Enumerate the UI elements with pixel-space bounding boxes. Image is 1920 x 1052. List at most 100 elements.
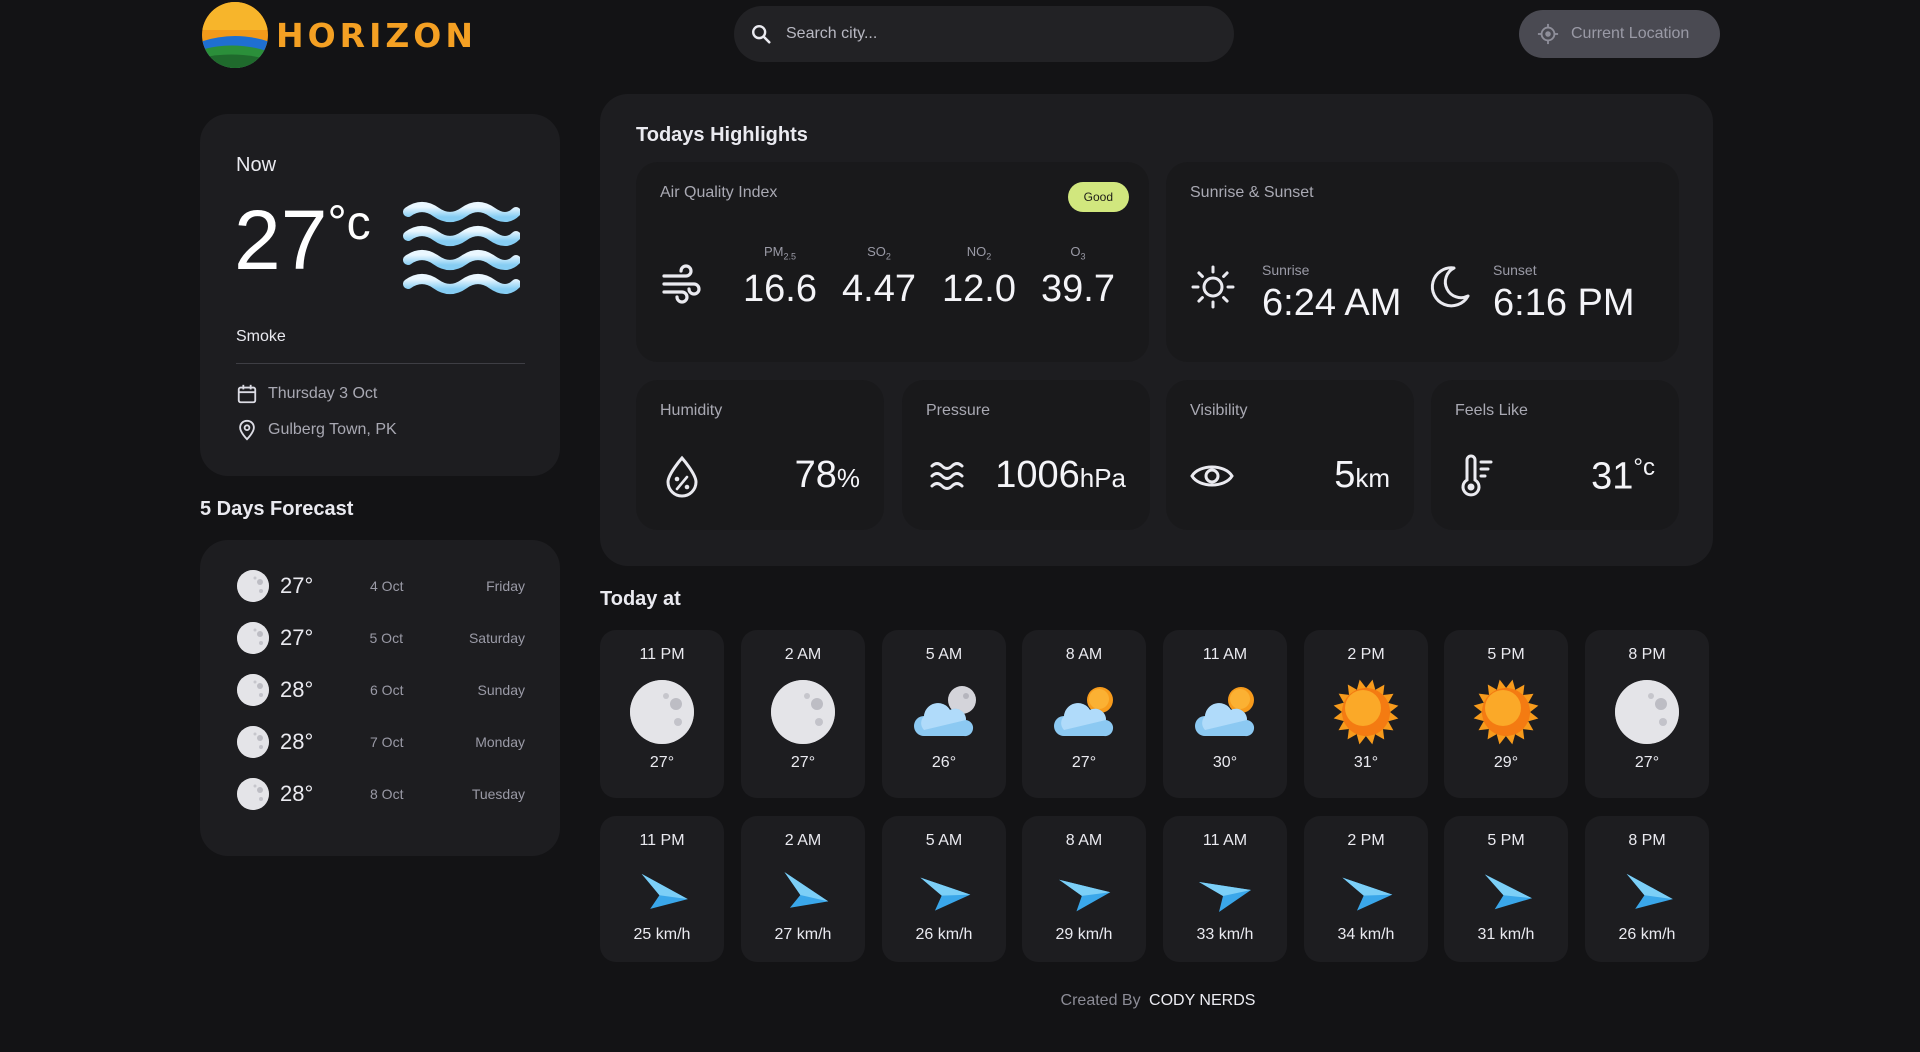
forecast-day: Tuesday xyxy=(471,786,525,802)
moon-icon xyxy=(630,680,694,744)
pressure-unit: hPa xyxy=(1079,463,1126,493)
moon-icon xyxy=(1615,680,1679,744)
forecast-temp: 27° xyxy=(280,573,314,598)
sun-label: Sunrise & Sunset xyxy=(1190,184,1314,201)
hourly-time: 2 AM xyxy=(784,646,822,663)
hourly-time: 2 AM xyxy=(784,832,822,849)
humidity-number: 78 xyxy=(794,454,837,496)
hourly-wind-card: 2 AM 27 km/h xyxy=(741,816,865,962)
hourly-temp-card: 2 PM 31° xyxy=(1304,630,1428,798)
feels-like-card: Feels Like 31°c xyxy=(1431,380,1679,530)
search-icon xyxy=(752,25,771,44)
now-label: Now xyxy=(236,154,277,176)
forecast-row: 27° 4 Oct Friday xyxy=(236,568,525,604)
search-input[interactable] xyxy=(786,25,1186,43)
hourly-icon xyxy=(1332,678,1400,746)
current-date-row: Thursday 3 Oct xyxy=(236,383,377,405)
hourly-time: 8 PM xyxy=(1628,646,1666,663)
current-temp-value: 27 xyxy=(234,193,328,287)
hourly-wind-card: 11 PM 25 km/h xyxy=(600,816,724,962)
search-bar[interactable] xyxy=(734,6,1234,62)
feels-like-number: 31 xyxy=(1591,455,1634,498)
aqi-metric-sub: 2 xyxy=(986,251,992,262)
hourly-time: 5 AM xyxy=(925,832,963,849)
hourly-temp: 31° xyxy=(1353,754,1379,771)
current-date: Thursday 3 Oct xyxy=(268,385,378,402)
footer: Created By CODY NERDS xyxy=(0,992,1920,1010)
footer-author[interactable]: CODY NERDS xyxy=(1149,992,1255,1009)
hourly-temp: 29° xyxy=(1493,754,1519,771)
current-temp-unit: °c xyxy=(327,197,371,250)
feels-like-label: Feels Like xyxy=(1455,402,1528,419)
hourly-icon xyxy=(1472,678,1540,746)
calendar-icon xyxy=(237,384,257,404)
wind-speed: 31 km/h xyxy=(1477,926,1535,943)
forecast-day: Friday xyxy=(486,578,525,594)
aqi-metric: O3 39.7 xyxy=(1028,244,1128,311)
wind-speed: 34 km/h xyxy=(1337,926,1395,943)
moon-icon xyxy=(237,778,269,810)
weather-app: HORIZON Current Location Now 27°c xyxy=(0,0,1920,1052)
hourly-time: 8 PM xyxy=(1628,832,1666,849)
visibility-card: Visibility 5km xyxy=(1166,380,1414,530)
hourly-icon xyxy=(1050,678,1118,746)
moon-icon xyxy=(237,726,269,758)
forecast-date: 4 Oct xyxy=(370,578,404,594)
aqi-metric-base: PM xyxy=(763,244,784,259)
current-temperature: 27°c xyxy=(234,192,371,289)
aqi-metric-label: PM2.5 xyxy=(730,244,830,262)
sun-icon xyxy=(1333,679,1399,745)
forecast-temp: 27° xyxy=(280,625,314,650)
pressure-number: 1006 xyxy=(995,454,1080,496)
aqi-metric-base: NO xyxy=(966,244,987,259)
visibility-number: 5 xyxy=(1334,454,1356,496)
pressure-card: Pressure 1006hPa xyxy=(902,380,1150,530)
visibility-unit: km xyxy=(1355,463,1390,493)
forecast-icon xyxy=(236,777,270,811)
cloud-sun-icon xyxy=(1195,687,1255,737)
moon-icon xyxy=(1430,266,1470,308)
hourly-time: 5 AM xyxy=(925,646,963,663)
app-logo[interactable]: HORIZON xyxy=(200,0,477,70)
hourly-icon xyxy=(1191,678,1259,746)
forecast-icon xyxy=(236,621,270,655)
sunset-time: 6:16 PM xyxy=(1493,282,1635,324)
forecast-date: 8 Oct xyxy=(370,786,404,802)
aqi-metric: NO2 12.0 xyxy=(929,244,1029,311)
hourly-icon xyxy=(628,678,696,746)
forecast-icon xyxy=(236,569,270,603)
hourly-wind-card: 5 PM 31 km/h xyxy=(1444,816,1568,962)
hourly-temp-card: 2 AM 27° xyxy=(741,630,865,798)
hourly-time: 2 PM xyxy=(1347,832,1385,849)
forecast-day: Monday xyxy=(475,734,525,750)
aqi-metric-sub: 3 xyxy=(1080,251,1086,262)
hourly-wind-card: 8 AM 29 km/h xyxy=(1022,816,1146,962)
wind-direction-icon xyxy=(1626,873,1673,909)
current-location-button[interactable]: Current Location xyxy=(1519,10,1720,58)
aqi-metric-base: O xyxy=(1070,244,1081,259)
forecast-row: 28° 8 Oct Tuesday xyxy=(236,776,525,812)
hourly-wind-card: 11 AM 33 km/h xyxy=(1163,816,1287,962)
pressure-label: Pressure xyxy=(926,402,991,419)
hourly-wind-card: 2 PM 34 km/h xyxy=(1304,816,1428,962)
hourly-temp: 27° xyxy=(649,754,675,771)
hourly-time: 11 PM xyxy=(639,646,685,663)
sunrise-sunset-card: Sunrise & Sunset Sunrise 6:24 AM Sunset xyxy=(1166,162,1679,362)
moon-icon xyxy=(237,622,269,654)
forecast-date: 7 Oct xyxy=(370,734,404,750)
forecast-temp: 28° xyxy=(280,729,314,754)
wind-direction-icon xyxy=(1199,882,1251,912)
humidity-value: 78% xyxy=(795,454,860,497)
wind-speed: 33 km/h xyxy=(1196,926,1254,943)
feels-like-unit: °c xyxy=(1633,454,1655,481)
forecast-date: 6 Oct xyxy=(370,682,404,698)
sun-icon xyxy=(1473,679,1539,745)
forecast-temp: 28° xyxy=(280,677,314,702)
hourly-temp: 27° xyxy=(1071,754,1097,771)
sunrise-label: Sunrise xyxy=(1262,262,1310,278)
hourly-temp-card: 5 AM 26° xyxy=(882,630,1006,798)
aqi-status-badge: Good xyxy=(1067,182,1129,212)
aqi-metric-value: 4.47 xyxy=(842,267,916,310)
wind-direction-icon xyxy=(1342,877,1393,911)
hourly-icon xyxy=(769,678,837,746)
